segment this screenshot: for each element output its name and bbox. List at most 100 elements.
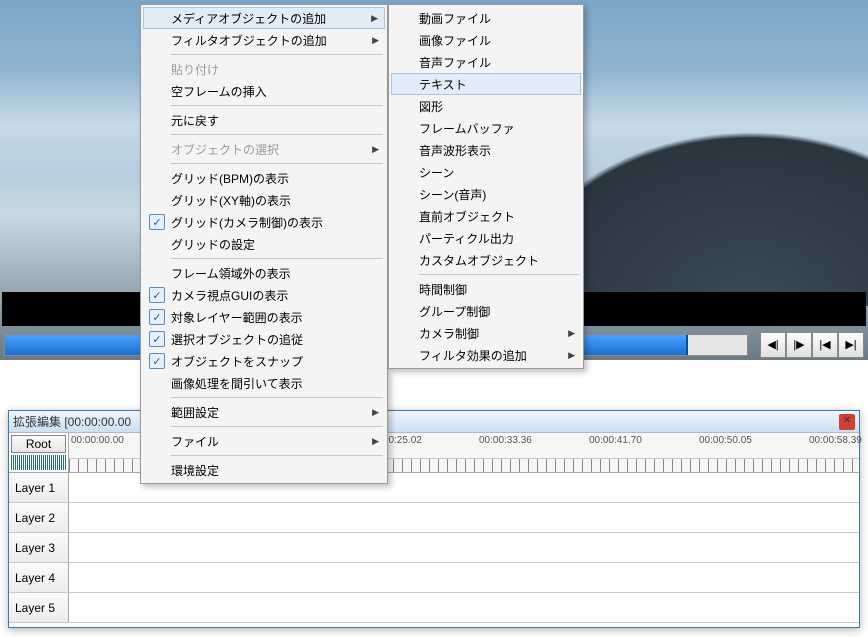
check-icon: ✓ xyxy=(149,214,165,230)
menu-separator xyxy=(419,274,579,275)
menu-item[interactable]: フィルタオブジェクトの追加 ▶ xyxy=(143,29,385,51)
menu-separator xyxy=(171,455,383,456)
menu-separator xyxy=(171,426,383,427)
menu-item[interactable]: 選択オブジェクトの追従✓ xyxy=(143,328,385,350)
menu-item[interactable]: 元に戻す xyxy=(143,109,385,131)
menu-item-label: グループ制御 xyxy=(419,303,490,320)
menu-item-label: ファイル xyxy=(171,433,219,450)
menu-item[interactable]: 範囲設定▶ xyxy=(143,401,385,423)
layer-label[interactable]: Layer 5 xyxy=(9,593,69,622)
menu-item[interactable]: 対象レイヤー範囲の表示 ✓ xyxy=(143,306,385,328)
menu-item[interactable]: シーン xyxy=(391,161,581,183)
menu-item: オブジェクトの選択▶ xyxy=(143,138,385,160)
menu-item-label: オブジェクトの選択 xyxy=(171,141,279,158)
ruler-tick: 00:00:00.00 xyxy=(71,435,124,446)
menu-item-label: 図形 xyxy=(419,98,443,115)
menu-item[interactable]: カメラ視点GUIの表示 ✓ xyxy=(143,284,385,306)
menu-item[interactable]: メディアオブジェクトの追加▶ xyxy=(143,7,385,29)
layer-label[interactable]: Layer 2 xyxy=(9,503,69,532)
menu-item[interactable]: グループ制御 xyxy=(391,300,581,322)
ruler-tick: 00:00:50.05 xyxy=(699,435,752,446)
menu-item[interactable]: パーティクル出力 xyxy=(391,227,581,249)
menu-item[interactable]: 時間制御 xyxy=(391,278,581,300)
menu-item-label: 音声波形表示 xyxy=(419,142,491,159)
menu-item[interactable]: 音声波形表示 xyxy=(391,139,581,161)
menu-item-label: フレームバッファ xyxy=(419,120,515,137)
menu-item[interactable]: グリッドの設定 xyxy=(143,233,385,255)
submenu-arrow-icon: ▶ xyxy=(568,328,575,339)
menu-item-label: フィルタオブジェクトの追加 xyxy=(171,32,327,49)
layer-label[interactable]: Layer 3 xyxy=(9,533,69,562)
menu-item-label: 画像処理を間引いて表示 xyxy=(171,375,303,392)
menu-item-label: グリッドの設定 xyxy=(171,236,255,253)
root-button[interactable]: Root xyxy=(11,435,66,453)
menu-item[interactable]: フレームバッファ xyxy=(391,117,581,139)
layer-label[interactable]: Layer 1 xyxy=(9,473,69,502)
menu-item[interactable]: 空フレームの挿入 xyxy=(143,80,385,102)
submenu-arrow-icon: ▶ xyxy=(568,350,575,361)
submenu-arrow-icon: ▶ xyxy=(372,407,379,418)
menu-item[interactable]: グリッド(カメラ制御)の表示 ✓ xyxy=(143,211,385,233)
audio-waveform xyxy=(11,455,66,470)
menu-item-label: 音声ファイル xyxy=(419,54,491,71)
ruler-tick: 00:00:58.39 xyxy=(809,435,862,446)
go-end-button[interactable]: ▶| xyxy=(838,332,864,358)
menu-item[interactable]: 環境設定 xyxy=(143,459,385,481)
menu-item-label: 画像ファイル xyxy=(419,32,491,49)
menu-separator xyxy=(171,258,383,259)
menu-item[interactable]: 動画ファイル xyxy=(391,7,581,29)
menu-item[interactable]: オブジェクトをスナップ✓ xyxy=(143,350,385,372)
layer-row: Layer 1 xyxy=(9,473,859,503)
check-icon: ✓ xyxy=(149,287,165,303)
menu-item[interactable]: カメラ制御▶ xyxy=(391,322,581,344)
menu-item[interactable]: シーン(音声) xyxy=(391,183,581,205)
menu-item[interactable]: 直前オブジェクト xyxy=(391,205,581,227)
step-back-button[interactable]: ◀| xyxy=(760,332,786,358)
submenu-media-object: 動画ファイル画像ファイル音声ファイルテキスト図形フレームバッファ音声波形表示シー… xyxy=(388,4,584,369)
timeline-titlebar[interactable]: 拡張編集 [00:00:00.00 ✕ xyxy=(9,411,859,433)
menu-item-label: 貼り付け xyxy=(171,61,219,78)
menu-item[interactable]: 画像ファイル xyxy=(391,29,581,51)
menu-item[interactable]: 画像処理を間引いて表示 xyxy=(143,372,385,394)
layer-track[interactable] xyxy=(69,503,859,532)
menu-item-label: パーティクル出力 xyxy=(419,230,514,247)
menu-item[interactable]: フィルタ効果の追加▶ xyxy=(391,344,581,366)
ruler-tick: 00:00:33.36 xyxy=(479,435,532,446)
layer-track[interactable] xyxy=(69,533,859,562)
layer-track[interactable] xyxy=(69,593,859,622)
menu-item[interactable]: カスタムオブジェクト xyxy=(391,249,581,271)
check-icon: ✓ xyxy=(149,309,165,325)
menu-item-label: 対象レイヤー範囲の表示 xyxy=(171,309,303,326)
layer-row: Layer 5 xyxy=(9,593,859,623)
menu-item-label: 環境設定 xyxy=(171,462,219,479)
menu-item-label: 選択オブジェクトの追従 xyxy=(171,331,303,348)
menu-item[interactable]: 図形 xyxy=(391,95,581,117)
submenu-arrow-icon: ▶ xyxy=(372,436,379,447)
menu-item[interactable]: テキスト xyxy=(391,73,581,95)
menu-item-label: フレーム領域外の表示 xyxy=(171,265,291,282)
layer-row: Layer 3 xyxy=(9,533,859,563)
step-forward-button[interactable]: |▶ xyxy=(786,332,812,358)
menu-item-label: カメラ視点GUIの表示 xyxy=(171,287,288,304)
menu-item-label: シーン(音声) xyxy=(419,186,486,203)
menu-separator xyxy=(171,163,383,164)
menu-item: 貼り付け xyxy=(143,58,385,80)
go-start-button[interactable]: |◀ xyxy=(812,332,838,358)
menu-item[interactable]: ファイル ▶ xyxy=(143,430,385,452)
menu-item[interactable]: フレーム領域外の表示 xyxy=(143,262,385,284)
layer-label[interactable]: Layer 4 xyxy=(9,563,69,592)
menu-item-label: カスタムオブジェクト xyxy=(419,252,539,269)
menu-item[interactable]: 音声ファイル xyxy=(391,51,581,73)
menu-item-label: グリッド(BPM)の表示 xyxy=(171,170,289,187)
layer-track[interactable] xyxy=(69,563,859,592)
menu-item-label: メディアオブジェクトの追加 xyxy=(171,10,326,27)
menu-item-label: グリッド(カメラ制御)の表示 xyxy=(171,214,323,231)
menu-item[interactable]: グリッド(XY軸)の表示 xyxy=(143,189,385,211)
menu-item-label: 空フレームの挿入 xyxy=(171,83,267,100)
submenu-arrow-icon: ▶ xyxy=(372,35,379,46)
transport-controls: ◀| |▶ |◀ ▶| xyxy=(760,332,864,358)
menu-item-label: 直前オブジェクト xyxy=(419,208,515,225)
close-icon[interactable]: ✕ xyxy=(839,414,855,430)
menu-item[interactable]: グリッド(BPM)の表示 xyxy=(143,167,385,189)
context-menu: メディアオブジェクトの追加▶フィルタオブジェクトの追加▶貼り付け空フレームの挿入… xyxy=(140,4,388,484)
